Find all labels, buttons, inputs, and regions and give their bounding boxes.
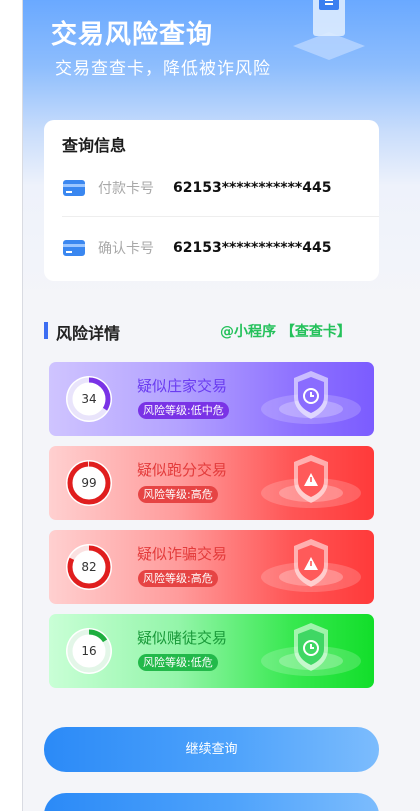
bank-card-icon xyxy=(63,240,85,256)
shield-clock-icon xyxy=(261,623,361,676)
confirm-card-row: 确认卡号 62153***********445 xyxy=(44,224,379,272)
risk-level-badge: 风险等级:低危 xyxy=(138,654,218,671)
page-title: 交易风险查询 xyxy=(51,20,214,50)
row-divider xyxy=(62,216,379,217)
risk-level-badge: 风险等级:高危 xyxy=(138,570,218,587)
mini-program-link[interactable]: @小程序 【查查卡】 xyxy=(220,321,351,341)
page-subtitle: 交易查查卡，降低被诈风险 xyxy=(55,59,271,79)
risk-title: 疑似诈骗交易 xyxy=(137,545,228,563)
risk-query-page: 交易风险查询 交易查查卡，降低被诈风险 查询信息 付款卡号 62153*****… xyxy=(23,0,420,811)
risk-section-title: 风险详情 xyxy=(56,324,121,343)
bank-card-icon xyxy=(63,180,85,196)
confirm-card-label: 确认卡号 xyxy=(98,241,154,257)
risk-card-gambler[interactable]: 16 疑似赌徒交易 风险等级:低危 xyxy=(49,614,374,688)
payment-card-row: 付款卡号 62153***********445 xyxy=(44,164,379,212)
shield-warning-icon xyxy=(261,539,361,592)
risk-score-value: 16 xyxy=(81,644,97,658)
shield-clock-icon xyxy=(261,371,361,424)
risk-title: 疑似跑分交易 xyxy=(137,461,228,479)
query-info-card: 查询信息 付款卡号 62153***********445 确认卡号 62153… xyxy=(44,120,379,281)
confirm-card-number: 62153***********445 xyxy=(173,240,332,256)
left-edge-rule xyxy=(0,0,23,811)
risk-level-badge: 风险等级:低中危 xyxy=(138,402,229,419)
risk-score-value: 82 xyxy=(81,560,97,574)
continue-query-button[interactable]: 继续查询 xyxy=(44,727,379,772)
shield-warning-icon xyxy=(261,455,361,508)
payment-card-label: 付款卡号 xyxy=(98,181,154,197)
risk-score-value: 34 xyxy=(81,392,97,406)
risk-level-badge: 风险等级:高危 xyxy=(138,486,218,503)
risk-score-value: 99 xyxy=(81,476,97,490)
risk-section-header: 风险详情 @小程序 【查查卡】 xyxy=(44,320,379,343)
risk-title: 疑似赌徒交易 xyxy=(137,629,228,647)
shield-illustration-icon xyxy=(293,0,365,60)
risk-card-score-running[interactable]: 99 疑似跑分交易 风险等级:高危 xyxy=(49,446,374,520)
payment-card-number: 62153***********445 xyxy=(173,180,332,196)
risk-card-dealer[interactable]: 34 疑似庄家交易 风险等级:低中危 xyxy=(49,362,374,436)
risk-title: 疑似庄家交易 xyxy=(137,377,228,395)
secondary-action-button[interactable] xyxy=(44,793,379,811)
section-accent-bar xyxy=(44,322,48,339)
risk-card-fraud[interactable]: 82 疑似诈骗交易 风险等级:高危 xyxy=(49,530,374,604)
query-info-title: 查询信息 xyxy=(62,136,127,155)
